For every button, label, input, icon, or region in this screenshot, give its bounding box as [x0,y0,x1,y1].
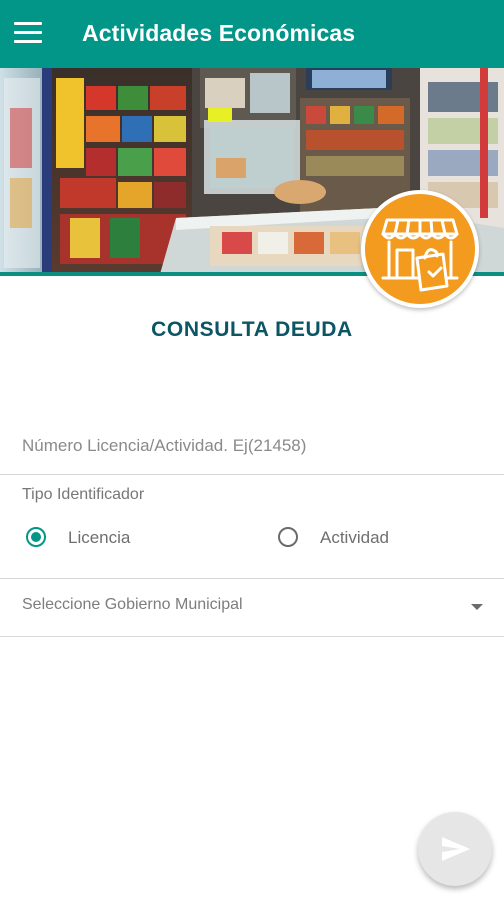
dropdown-arrow-icon[interactable] [471,604,483,610]
send-icon [442,837,470,861]
storefront-icon-graphic [381,218,459,292]
municipality-select[interactable]: Seleccione Gobierno Municipal [22,596,243,614]
radio-actividad-label[interactable]: Actividad [320,528,389,548]
app-bar: Actividades Económicas [0,0,504,68]
id-type-label: Tipo Identificador [22,486,145,503]
section-divider [0,578,504,579]
license-number-input[interactable] [22,430,482,462]
send-button[interactable] [418,812,492,886]
select-underline [0,636,504,637]
storefront-icon [361,190,479,308]
radio-licencia-label[interactable]: Licencia [68,528,130,548]
app-title: Actividades Económicas [82,20,356,46]
radio-actividad[interactable] [278,527,298,547]
radio-licencia[interactable] [26,527,46,547]
hamburger-menu-icon[interactable] [12,20,44,46]
page-heading: CONSULTA DEUDA [151,318,353,341]
license-input-underline [0,474,504,475]
